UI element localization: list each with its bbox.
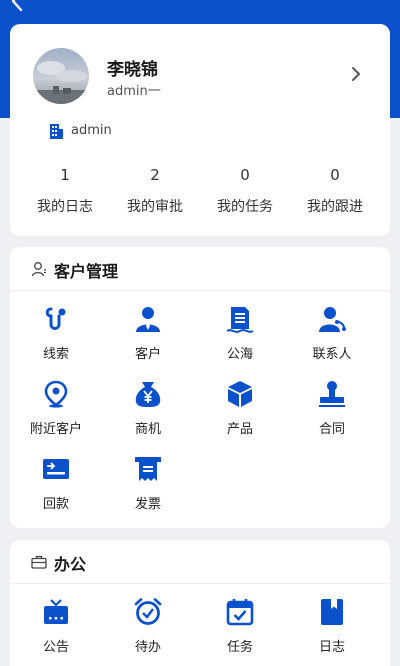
stat-label: 我的审批: [127, 199, 183, 215]
stat-count: 2: [150, 166, 160, 184]
section-title: 客户管理: [54, 262, 119, 281]
avatar[interactable]: [33, 48, 89, 104]
grid-item-invoices[interactable]: 发票: [102, 451, 194, 521]
grid-item-todo[interactable]: 待办: [102, 594, 194, 664]
stat-my-followups[interactable]: 0 我的跟进: [290, 164, 380, 216]
alarm-clock-icon: [134, 598, 162, 625]
user-outline-icon: [31, 262, 46, 277]
grid-label: 任务: [226, 640, 253, 655]
grid-item-nearby-customers[interactable]: 附近客户: [10, 376, 102, 446]
section-header: 客户管理: [10, 247, 390, 291]
grid-label: 产品: [226, 422, 253, 437]
grid-item-opportunities[interactable]: 商机: [102, 376, 194, 446]
stat-count: 1: [60, 166, 70, 184]
chevron-right-icon[interactable]: [349, 65, 363, 83]
stats-row: 1 我的日志 2 我的审批 0 我的任务 0 我的跟进: [20, 164, 380, 216]
stat-my-logs[interactable]: 1 我的日志: [20, 164, 110, 216]
grid-label: 商机: [134, 422, 161, 437]
public-pool-icon: [226, 307, 254, 333]
grid-label: 联系人: [312, 347, 352, 362]
crm-section: 客户管理 线索 客户 公海 联系人 附近客户 商机 产品 合同 回款 发票: [10, 247, 390, 528]
contract-stamp-icon: [319, 381, 345, 407]
product-box-icon: [228, 381, 252, 407]
grid-label: 回款: [42, 497, 69, 512]
grid-item-clues[interactable]: 线索: [10, 301, 102, 371]
grid-item-tasks[interactable]: 任务: [194, 594, 286, 664]
calendar-check-icon: [226, 599, 254, 626]
grid-label: 日志: [318, 640, 345, 655]
grid-item-payments[interactable]: 回款: [10, 451, 102, 521]
grid-label: 客户: [134, 347, 161, 362]
contact-icon: [319, 307, 346, 332]
grid-label: 线索: [42, 347, 69, 362]
stat-label: 我的跟进: [307, 199, 363, 215]
user-account: admin一: [107, 84, 161, 99]
org-name: admin: [71, 123, 112, 138]
stat-label: 我的任务: [217, 199, 273, 215]
stat-my-approvals[interactable]: 2 我的审批: [110, 164, 200, 216]
clue-icon: [45, 307, 66, 330]
grid-label: 公告: [42, 640, 69, 655]
grid-label: 附近客户: [29, 422, 82, 437]
stat-my-tasks[interactable]: 0 我的任务: [200, 164, 290, 216]
stat-count: 0: [330, 166, 340, 184]
grid-item-customers[interactable]: 客户: [102, 301, 194, 371]
building-icon: [50, 124, 63, 139]
invoice-icon: [135, 457, 161, 481]
grid-item-public-pool[interactable]: 公海: [194, 301, 286, 371]
section-header: 办公: [10, 540, 390, 584]
grid-label: 公海: [226, 347, 253, 362]
log-book-icon: [321, 599, 343, 625]
stat-count: 0: [240, 166, 250, 184]
grid-item-products[interactable]: 产品: [194, 376, 286, 446]
grid-item-logs[interactable]: 日志: [286, 594, 378, 664]
profile-card: 李晓锦 admin一 admin 1 我的日志 2 我的审批 0 我的任务 0 …: [10, 24, 390, 236]
yen-bag-icon: [135, 382, 161, 407]
briefcase-icon: [31, 555, 47, 569]
announcement-icon: [44, 599, 68, 624]
customer-icon: [136, 307, 160, 332]
office-section: 办公 公告 待办 任务 日志: [10, 540, 390, 666]
grid-item-contacts[interactable]: 联系人: [286, 301, 378, 371]
grid-label: 合同: [318, 422, 345, 437]
grid-item-announcements[interactable]: 公告: [10, 594, 102, 664]
grid-item-contracts[interactable]: 合同: [286, 376, 378, 446]
chevron-left-icon[interactable]: [6, 0, 28, 12]
grid-label: 待办: [134, 640, 161, 655]
stat-label: 我的日志: [37, 199, 93, 215]
user-name: 李晓锦: [107, 60, 158, 80]
payment-card-icon: [43, 459, 69, 479]
location-pin-icon: [44, 380, 68, 408]
grid-label: 发票: [134, 497, 161, 512]
section-title: 办公: [54, 555, 87, 574]
